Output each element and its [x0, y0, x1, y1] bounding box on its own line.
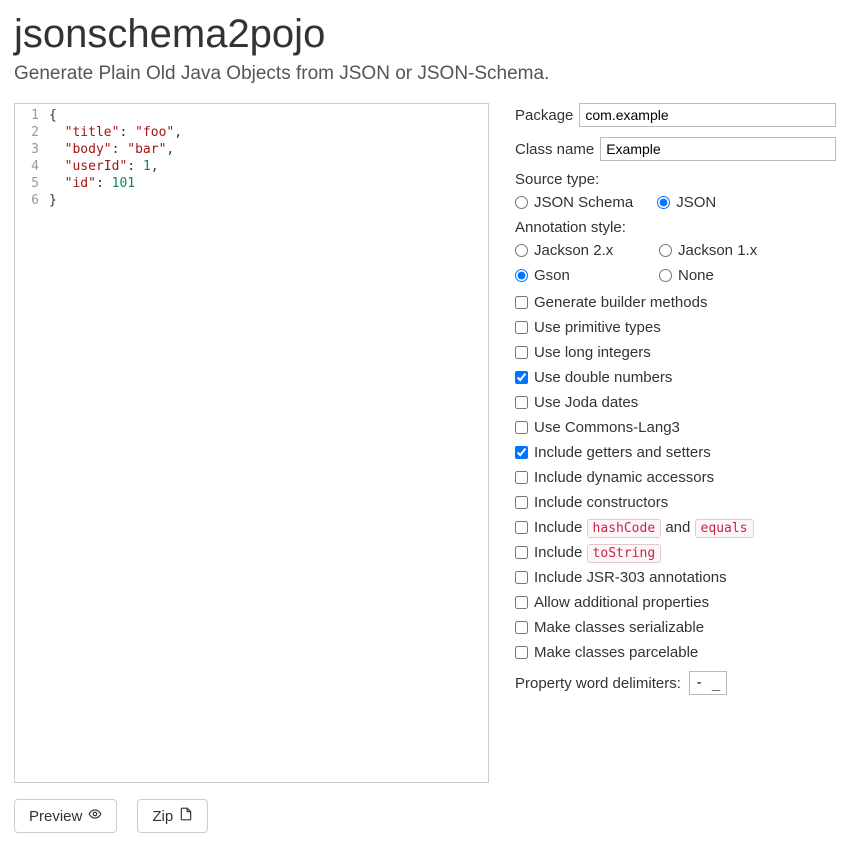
annotation-option[interactable]: Jackson 1.x [659, 242, 779, 259]
options-panel: Package Class name Source type: JSON Sch… [515, 103, 836, 783]
checkbox-label: Include hashCode and equals [534, 519, 754, 536]
page-subtitle: Generate Plain Old Java Objects from JSO… [14, 63, 836, 85]
source-type-option[interactable]: JSON Schema [515, 194, 633, 211]
option-checkbox[interactable]: Make classes parcelable [515, 644, 836, 661]
package-input[interactable] [579, 103, 836, 127]
json-editor[interactable]: 123456 { "title": "foo", "body": "bar", … [14, 103, 489, 783]
checkbox-label: Use double numbers [534, 369, 672, 386]
checkbox-input[interactable] [515, 646, 528, 659]
radio-label: JSON [676, 194, 716, 211]
radio-label: Jackson 1.x [678, 242, 757, 259]
delimiters-label: Property word delimiters: [515, 675, 681, 692]
checkbox-label: Use Commons-Lang3 [534, 419, 680, 436]
checkbox-label: Include toString [534, 544, 661, 561]
classname-label: Class name [515, 141, 594, 158]
line-number: 3 [15, 141, 39, 158]
delimiters-input[interactable] [689, 671, 727, 695]
option-include-hashcode-equals[interactable]: Include hashCode and equals [515, 519, 836, 536]
option-include-tostring[interactable]: Include toString [515, 544, 836, 561]
checkbox-input[interactable] [515, 546, 528, 559]
radio-input[interactable] [515, 244, 528, 257]
checkbox-input[interactable] [515, 621, 528, 634]
checkbox-label: Include dynamic accessors [534, 469, 714, 486]
checkbox-label: Include JSR-303 annotations [534, 569, 727, 586]
checkbox-label: Make classes parcelable [534, 644, 698, 661]
option-checkbox[interactable]: Include constructors [515, 494, 836, 511]
radio-label: Jackson 2.x [534, 242, 613, 259]
package-label: Package [515, 107, 573, 124]
checkbox-label: Use primitive types [534, 319, 661, 336]
option-checkbox[interactable]: Include dynamic accessors [515, 469, 836, 486]
annotation-option[interactable]: Gson [515, 267, 635, 284]
line-number: 2 [15, 124, 39, 141]
editor-gutter: 123456 [15, 104, 45, 782]
line-number: 6 [15, 192, 39, 209]
option-checkbox[interactable]: Use primitive types [515, 319, 836, 336]
checkbox-input[interactable] [515, 396, 528, 409]
radio-label: JSON Schema [534, 194, 633, 211]
zip-button-label: Zip [152, 808, 173, 825]
line-number: 4 [15, 158, 39, 175]
checkbox-input[interactable] [515, 496, 528, 509]
preview-button-label: Preview [29, 808, 82, 825]
checkbox-label: Include constructors [534, 494, 668, 511]
annotation-option[interactable]: Jackson 2.x [515, 242, 635, 259]
checkbox-label: Generate builder methods [534, 294, 707, 311]
code-equals: equals [695, 519, 754, 538]
option-checkbox[interactable]: Generate builder methods [515, 294, 836, 311]
checkbox-input[interactable] [515, 371, 528, 384]
page-title: jsonschema2pojo [14, 12, 836, 57]
radio-label: None [678, 267, 714, 284]
annotation-style-group: Jackson 2.x Jackson 1.x Gson None [515, 242, 836, 284]
radio-input[interactable] [659, 269, 672, 282]
checkbox-label: Allow additional properties [534, 594, 709, 611]
checkbox-input[interactable] [515, 521, 528, 534]
code-hashcode: hashCode [587, 519, 662, 538]
preview-button[interactable]: Preview [14, 799, 117, 833]
option-checkbox[interactable]: Use Joda dates [515, 394, 836, 411]
radio-input[interactable] [659, 244, 672, 257]
classname-input[interactable] [600, 137, 836, 161]
checkbox-label: Make classes serializable [534, 619, 704, 636]
checkbox-label: Use Joda dates [534, 394, 638, 411]
checkbox-input[interactable] [515, 296, 528, 309]
options-checklist: Generate builder methods Use primitive ty… [515, 294, 836, 661]
radio-input[interactable] [515, 196, 528, 209]
line-number: 5 [15, 175, 39, 192]
option-checkbox[interactable]: Use double numbers [515, 369, 836, 386]
option-checkbox[interactable]: Include JSR-303 annotations [515, 569, 836, 586]
source-type-label: Source type: [515, 171, 836, 188]
source-type-group: JSON Schema JSON [515, 194, 836, 211]
checkbox-input[interactable] [515, 346, 528, 359]
option-checkbox[interactable]: Include getters and setters [515, 444, 836, 461]
checkbox-input[interactable] [515, 596, 528, 609]
checkbox-input[interactable] [515, 421, 528, 434]
checkbox-input[interactable] [515, 446, 528, 459]
checkbox-input[interactable] [515, 571, 528, 584]
code-tostring: toString [587, 544, 662, 563]
checkbox-label: Include getters and setters [534, 444, 711, 461]
radio-input[interactable] [515, 269, 528, 282]
eye-icon [88, 807, 102, 825]
radio-label: Gson [534, 267, 570, 284]
option-checkbox[interactable]: Make classes serializable [515, 619, 836, 636]
option-checkbox[interactable]: Use long integers [515, 344, 836, 361]
zip-button[interactable]: Zip [137, 799, 208, 833]
option-checkbox[interactable]: Use Commons-Lang3 [515, 419, 836, 436]
checkbox-label: Use long integers [534, 344, 651, 361]
annotation-option[interactable]: None [659, 267, 779, 284]
checkbox-input[interactable] [515, 471, 528, 484]
annotation-style-label: Annotation style: [515, 219, 836, 236]
option-checkbox[interactable]: Allow additional properties [515, 594, 836, 611]
editor-code[interactable]: { "title": "foo", "body": "bar", "userId… [45, 104, 186, 782]
file-icon [179, 807, 193, 825]
checkbox-input[interactable] [515, 321, 528, 334]
line-number: 1 [15, 107, 39, 124]
source-type-option[interactable]: JSON [657, 194, 716, 211]
radio-input[interactable] [657, 196, 670, 209]
